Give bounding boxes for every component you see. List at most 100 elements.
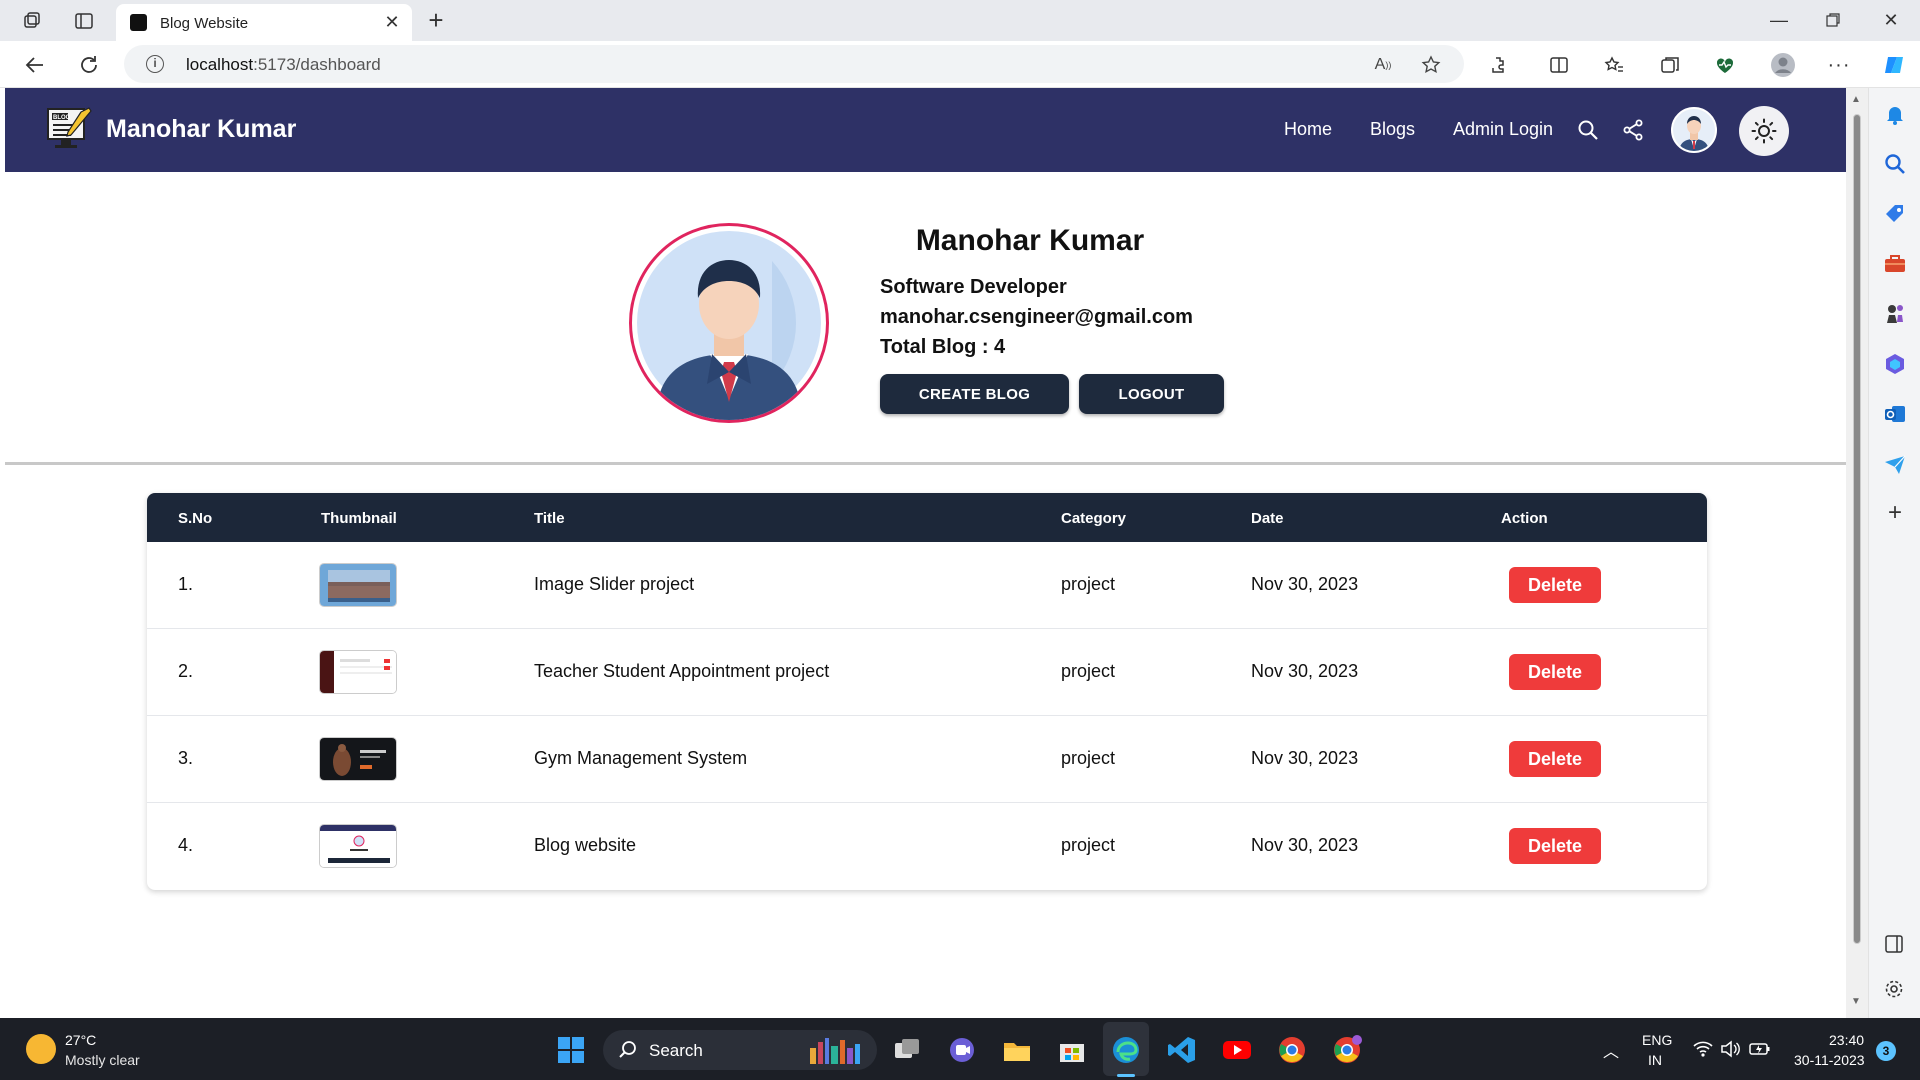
user-avatar[interactable] <box>1671 107 1717 153</box>
create-blog-button[interactable]: CREATE BLOG <box>880 374 1069 414</box>
url-text: localhost:5173/dashboard <box>186 55 381 74</box>
theme-toggle-button[interactable] <box>1739 106 1789 156</box>
teams-chat-icon[interactable] <box>946 1034 978 1066</box>
tab-blog-website[interactable]: Blog Website ✕ <box>116 4 412 41</box>
games-chess-icon[interactable] <box>1883 302 1907 326</box>
volume-icon[interactable] <box>1720 1040 1740 1058</box>
copilot-icon[interactable] <box>1880 51 1908 79</box>
row-date: Nov 30, 2023 <box>1251 574 1359 594</box>
delete-button[interactable]: Delete <box>1509 567 1601 603</box>
edge-browser-icon[interactable] <box>1110 1034 1142 1066</box>
browser-essentials-icon[interactable] <box>1711 51 1739 79</box>
row-title: Gym Management System <box>534 748 748 768</box>
clock-time[interactable]: 23:40 <box>1829 1032 1864 1048</box>
logout-button[interactable]: LOGOUT <box>1079 374 1224 414</box>
profile-email: manohar.csengineer@gmail.com <box>880 306 1193 328</box>
read-aloud-icon[interactable]: A)) <box>1372 54 1394 76</box>
row-sno: 4. <box>178 835 194 855</box>
user-avatar-icon <box>1673 109 1715 151</box>
site-info-icon[interactable]: i <box>146 55 164 73</box>
split-screen-icon[interactable] <box>1545 51 1573 79</box>
row-sno: 1. <box>178 574 194 594</box>
delete-button[interactable]: Delete <box>1509 828 1601 864</box>
row-date: Nov 30, 2023 <box>1251 835 1359 855</box>
nav-blogs-link[interactable]: Blogs <box>1370 119 1415 140</box>
header-date: Date <box>1251 510 1284 527</box>
vscode-icon[interactable] <box>1166 1034 1198 1066</box>
weather-temperature[interactable]: 27°C <box>65 1032 96 1048</box>
favorites-icon[interactable] <box>1600 51 1628 79</box>
add-sidebar-app-icon[interactable]: + <box>1883 501 1907 526</box>
row-thumbnail[interactable] <box>319 737 397 781</box>
file-explorer-icon[interactable] <box>1001 1034 1033 1066</box>
send-drop-icon[interactable] <box>1883 452 1907 476</box>
refresh-icon[interactable] <box>74 50 104 80</box>
edge-sidebar: + <box>1868 88 1920 1018</box>
weather-moon-icon[interactable] <box>26 1034 56 1064</box>
browser-address-bar: i localhost:5173/dashboard A)) ··· <box>0 41 1920 88</box>
microsoft-365-icon[interactable] <box>1883 352 1907 376</box>
shopping-tag-icon[interactable] <box>1883 202 1907 226</box>
nav-admin-login-link[interactable]: Admin Login <box>1453 119 1553 140</box>
scroll-down-arrow-icon[interactable]: ▼ <box>1851 996 1861 1007</box>
row-category: project <box>1061 748 1116 768</box>
profile-avatar-icon[interactable] <box>1769 51 1797 79</box>
brand[interactable]: BLOG Manohar Kumar <box>45 106 296 152</box>
workspaces-icon[interactable] <box>18 8 46 34</box>
delete-button[interactable]: Delete <box>1509 654 1601 690</box>
hide-sidebar-icon[interactable] <box>1883 933 1907 957</box>
row-thumbnail[interactable] <box>319 650 397 694</box>
share-icon[interactable] <box>1622 119 1644 141</box>
chrome-icon[interactable] <box>1276 1034 1308 1066</box>
search-icon[interactable] <box>1577 119 1599 141</box>
delete-button[interactable]: Delete <box>1509 741 1601 777</box>
chrome-profile-icon[interactable] <box>1331 1034 1363 1066</box>
row-category: project <box>1061 574 1116 594</box>
scroll-up-arrow-icon[interactable]: ▲ <box>1851 94 1861 105</box>
row-date: Nov 30, 2023 <box>1251 661 1359 681</box>
restore-icon[interactable] <box>1810 6 1856 34</box>
weather-condition[interactable]: Mostly clear <box>65 1052 140 1068</box>
close-window-icon[interactable]: ✕ <box>1868 6 1914 34</box>
row-thumbnail[interactable] <box>319 824 397 868</box>
header-title: Title <box>534 510 565 527</box>
header-thumbnail: Thumbnail <box>321 510 397 527</box>
row-title: Image Slider project <box>534 574 695 594</box>
sidebar-search-icon[interactable] <box>1883 152 1907 176</box>
nav-home-link[interactable]: Home <box>1284 119 1332 140</box>
clock-date[interactable]: 30-11-2023 <box>1794 1052 1865 1068</box>
windows-taskbar: 27°C Mostly clear Search ︿ ENG IN 23:40 … <box>0 1018 1920 1080</box>
scrollbar-thumb[interactable] <box>1853 114 1861 944</box>
task-view-icon[interactable] <box>891 1034 923 1066</box>
new-tab-icon[interactable]: + <box>422 7 450 35</box>
header-action: Action <box>1501 510 1548 527</box>
outlook-icon[interactable] <box>1883 402 1907 426</box>
youtube-icon[interactable] <box>1221 1034 1253 1066</box>
page-scrollbar[interactable]: ▲ ▼ <box>1846 88 1868 1018</box>
language-indicator[interactable]: ENG <box>1642 1032 1672 1048</box>
region-indicator[interactable]: IN <box>1648 1052 1662 1068</box>
minimize-icon[interactable]: — <box>1756 6 1802 34</box>
close-tab-icon[interactable]: ✕ <box>382 12 402 32</box>
favorite-star-icon[interactable] <box>1420 54 1442 76</box>
notification-count-badge[interactable]: 3 <box>1876 1041 1896 1061</box>
microsoft-store-icon[interactable] <box>1056 1034 1088 1066</box>
tab-actions-icon[interactable] <box>70 8 98 34</box>
wifi-icon[interactable] <box>1693 1040 1713 1058</box>
collections-icon[interactable] <box>1656 51 1684 79</box>
notifications-bell-icon[interactable] <box>1883 102 1907 126</box>
more-menu-icon[interactable]: ··· <box>1825 51 1853 79</box>
url-field[interactable]: i localhost:5173/dashboard A)) <box>124 45 1464 83</box>
windows-start-icon[interactable] <box>555 1034 587 1066</box>
table-row: 4. Blog website project Nov 30, 2023 Del… <box>147 803 1707 890</box>
back-arrow-icon[interactable] <box>20 50 50 80</box>
profile-avatar-illustration <box>637 231 821 420</box>
taskbar-search-box[interactable]: Search <box>603 1030 877 1070</box>
extensions-icon[interactable] <box>1485 51 1513 79</box>
row-thumbnail[interactable] <box>319 563 397 607</box>
sidebar-settings-gear-icon[interactable] <box>1883 978 1907 1002</box>
browser-tab-bar: Blog Website ✕ + — ✕ <box>0 0 1920 41</box>
show-hidden-icons-chevron-icon[interactable]: ︿ <box>1603 1038 1619 1062</box>
battery-icon[interactable] <box>1749 1041 1771 1057</box>
tools-briefcase-icon[interactable] <box>1883 252 1907 276</box>
